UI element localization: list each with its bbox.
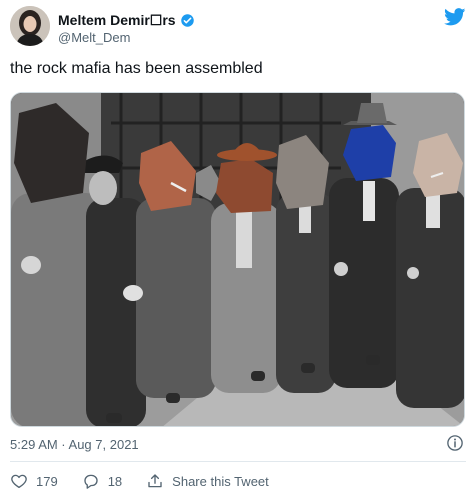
share-button[interactable]: Share this Tweet [146, 472, 269, 490]
share-label: Share this Tweet [172, 473, 269, 489]
display-name[interactable]: Meltem Demir☐rs [58, 12, 176, 29]
user-handle[interactable]: @Melt_Dem [58, 30, 130, 45]
heart-icon [11, 474, 27, 489]
avatar[interactable] [10, 6, 50, 46]
tweet-text: the rock mafia has been assembled [10, 60, 263, 77]
verified-badge-icon [180, 14, 194, 27]
tweet-image[interactable] [10, 92, 465, 427]
tweet-header: Meltem Demir☐rs @Melt_Dem [10, 6, 466, 50]
info-icon[interactable] [446, 434, 464, 452]
like-button[interactable]: 179 [10, 472, 58, 490]
like-count: 179 [36, 473, 58, 489]
share-icon [148, 474, 162, 488]
reply-count: 18 [107, 473, 123, 489]
twitter-bird-icon[interactable] [444, 8, 466, 26]
reply-icon [84, 474, 98, 489]
tweet-timestamp[interactable]: 5:29 AM · Aug 7, 2021 [10, 437, 139, 452]
divider [10, 461, 466, 462]
reply-button[interactable]: 18 [82, 472, 122, 490]
tweet-actions: 179 18 Share this Tweet [10, 470, 293, 492]
